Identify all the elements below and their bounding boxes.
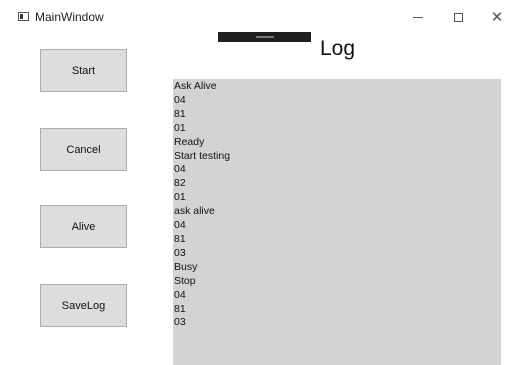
log-textbox[interactable]: Ask Alive 04 81 01 Ready Start testing 04 82 01 a…: [173, 79, 501, 365]
log-line: 01: [174, 121, 186, 134]
log-line: 81: [174, 232, 186, 245]
log-line: 03: [174, 316, 186, 329]
log-line: 01: [174, 191, 186, 204]
progress-grip: [256, 36, 274, 38]
log-line: Busy: [174, 260, 198, 273]
log-line: 82: [174, 177, 186, 190]
minimize-icon: [413, 16, 423, 18]
title-bar[interactable]: MainWindow ✕: [0, 0, 514, 32]
alive-button[interactable]: Alive: [40, 205, 127, 248]
log-line: Stop: [174, 274, 196, 287]
log-line: 81: [174, 107, 186, 120]
log-line: 81: [174, 302, 186, 315]
main-window: MainWindow ✕ Log Start Cancel Alive Save…: [0, 0, 514, 365]
cancel-button[interactable]: Cancel: [40, 128, 127, 171]
log-line: 04: [174, 93, 186, 106]
log-heading: Log: [320, 37, 356, 60]
maximize-button[interactable]: [443, 6, 473, 28]
log-line: Start testing: [174, 149, 231, 162]
progress-bar: [218, 32, 311, 42]
log-line: ask alive: [174, 205, 215, 218]
log-line: Ready: [174, 135, 205, 148]
minimize-button[interactable]: [403, 6, 433, 28]
app-window-icon: [18, 12, 29, 21]
log-line: 04: [174, 288, 186, 301]
log-line: 04: [174, 163, 186, 176]
close-icon: ✕: [490, 8, 504, 26]
log-line: 03: [174, 246, 186, 259]
start-button[interactable]: Start: [40, 49, 127, 92]
savelog-button[interactable]: SaveLog: [40, 284, 127, 327]
close-button[interactable]: ✕: [482, 6, 512, 28]
log-line: Ask Alive: [174, 80, 217, 92]
maximize-icon: [453, 12, 463, 22]
log-line: 04: [174, 219, 186, 232]
window-title: MainWindow: [35, 10, 104, 24]
